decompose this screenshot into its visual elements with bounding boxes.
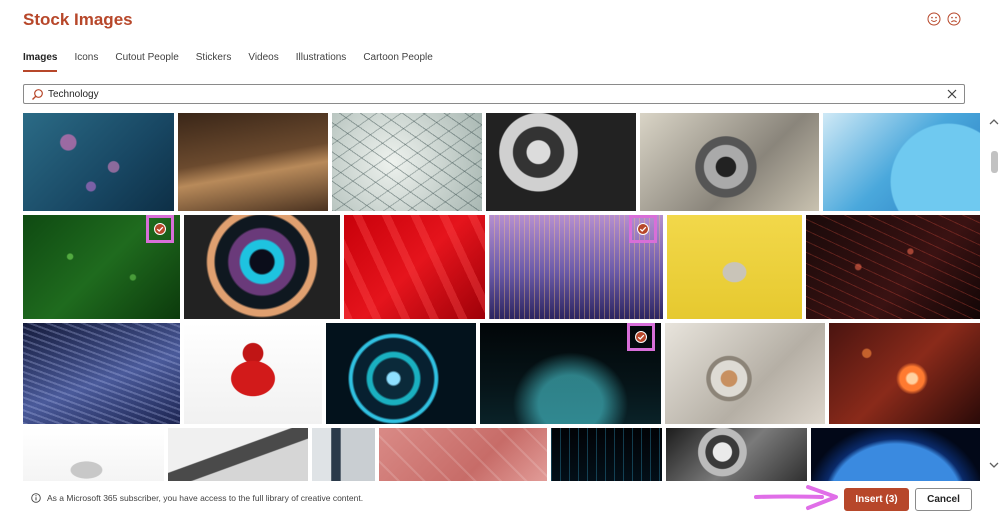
tab-cartoon-people[interactable]: Cartoon People bbox=[363, 46, 433, 72]
image-tile-gears-bw[interactable] bbox=[666, 428, 807, 481]
selected-highlight[interactable] bbox=[627, 323, 655, 351]
cancel-button[interactable]: Cancel bbox=[915, 488, 972, 511]
image-tile-digital-wave[interactable] bbox=[480, 323, 661, 424]
smile-icon[interactable] bbox=[927, 12, 941, 26]
annotation-arrow-icon bbox=[754, 485, 838, 510]
image-tile-toy-robot-yellow[interactable] bbox=[667, 215, 802, 319]
image-tile-green-network[interactable] bbox=[23, 215, 180, 319]
tab-stickers[interactable]: Stickers bbox=[196, 46, 232, 72]
info-icon bbox=[31, 493, 41, 503]
tab-videos[interactable]: Videos bbox=[248, 46, 278, 72]
image-tile-office-worker[interactable] bbox=[312, 428, 375, 481]
scroll-thumb[interactable] bbox=[991, 151, 998, 173]
image-tile-blue-wafer[interactable] bbox=[823, 113, 980, 211]
image-tile-red-network-mesh[interactable] bbox=[806, 215, 980, 319]
checkmark-icon bbox=[154, 223, 166, 235]
image-tile-network-lines[interactable] bbox=[332, 113, 482, 211]
insert-button[interactable]: Insert (3) bbox=[844, 488, 909, 511]
image-tile-vintage-camera[interactable] bbox=[640, 113, 819, 211]
close-icon[interactable] bbox=[946, 88, 958, 100]
image-tile-desk-laptop[interactable] bbox=[178, 113, 328, 211]
selected-highlight[interactable] bbox=[146, 215, 174, 243]
image-tile-film-reel-clapper[interactable] bbox=[486, 113, 636, 211]
search-input[interactable] bbox=[48, 86, 928, 102]
frown-icon[interactable] bbox=[947, 12, 961, 26]
image-tile-light-tunnel[interactable] bbox=[326, 323, 476, 424]
tab-icons[interactable]: Icons bbox=[74, 46, 98, 72]
image-results-grid bbox=[23, 113, 980, 481]
scroll-down-arrow-icon[interactable] bbox=[989, 461, 999, 469]
dialog-title: Stock Images bbox=[23, 10, 133, 29]
tab-images[interactable]: Images bbox=[23, 46, 58, 72]
image-tile-toy-robot-white[interactable] bbox=[23, 428, 164, 481]
subscriber-info-text: As a Microsoft 365 subscriber, you have … bbox=[47, 493, 364, 503]
checkmark-icon bbox=[635, 331, 647, 343]
search-box bbox=[23, 84, 965, 104]
tab-illustrations[interactable]: Illustrations bbox=[296, 46, 347, 72]
image-tile-camera-lens[interactable] bbox=[184, 215, 340, 319]
image-tile-bubbles[interactable] bbox=[23, 113, 174, 211]
selected-highlight[interactable] bbox=[629, 215, 657, 243]
subscriber-info: As a Microsoft 365 subscriber, you have … bbox=[31, 493, 363, 503]
image-tile-blue-fabric-waves[interactable] bbox=[23, 323, 180, 424]
tab-cutout-people[interactable]: Cutout People bbox=[115, 46, 178, 72]
image-tile-neurons[interactable] bbox=[829, 323, 980, 424]
category-tabs: Images Icons Cutout People Stickers Vide… bbox=[23, 46, 450, 72]
checkmark-icon bbox=[637, 223, 649, 235]
image-tile-pink-desk[interactable] bbox=[379, 428, 547, 481]
image-tile-typing-laptop[interactable] bbox=[168, 428, 308, 481]
results-scrollbar[interactable] bbox=[988, 113, 1000, 478]
image-tile-city-wireframe[interactable] bbox=[551, 428, 662, 481]
image-tile-watch-gears[interactable] bbox=[665, 323, 825, 424]
image-tile-earth-lights[interactable] bbox=[811, 428, 980, 481]
image-tile-red-abstract[interactable] bbox=[344, 215, 485, 319]
image-tile-red-robot[interactable] bbox=[184, 323, 322, 424]
image-tile-purple-data-bars[interactable] bbox=[489, 215, 663, 319]
search-icon bbox=[32, 89, 43, 100]
scroll-up-arrow-icon[interactable] bbox=[989, 118, 999, 126]
